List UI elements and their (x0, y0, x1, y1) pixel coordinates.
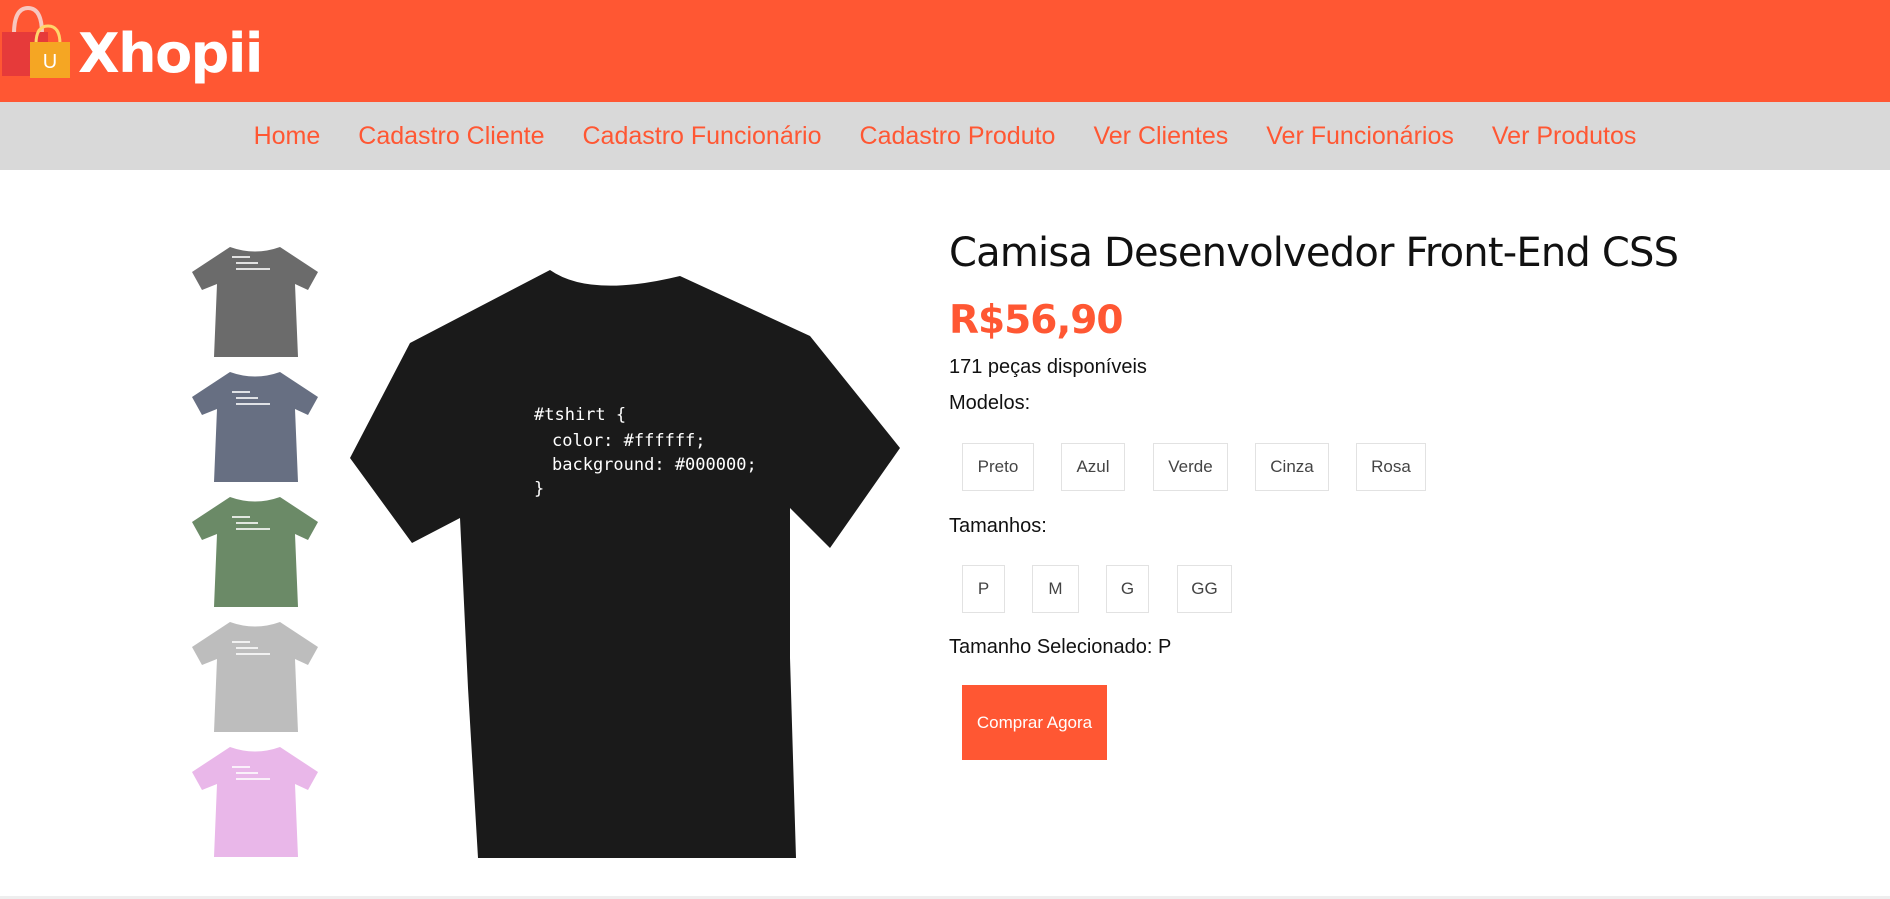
nav-ver-funcionarios[interactable]: Ver Funcionários (1266, 122, 1454, 151)
shirt-code-line-2: color: #ffffff; (552, 431, 706, 451)
size-p-button[interactable]: P (962, 565, 1005, 613)
shirt-code-line-1: #tshirt { (534, 405, 626, 425)
model-rosa-button[interactable]: Rosa (1356, 443, 1426, 491)
logo-letter: U (43, 51, 57, 73)
model-verde-button[interactable]: Verde (1153, 443, 1228, 491)
thumbnail-rosa[interactable] (190, 742, 320, 862)
shopping-bag-icon: U (2, 5, 70, 78)
thumbnail-azul[interactable] (190, 367, 320, 487)
shirt-code-line-4: } (534, 479, 544, 499)
product-title: Camisa Desenvolvedor Front-End CSS (949, 230, 1679, 276)
sizes-label: Tamanhos: (949, 515, 1047, 537)
shirt-code-line-3: background: #000000; (552, 455, 757, 475)
nav-cadastro-produto[interactable]: Cadastro Produto (860, 122, 1056, 151)
model-azul-button[interactable]: Azul (1061, 443, 1125, 491)
nav-cadastro-cliente[interactable]: Cadastro Cliente (358, 122, 544, 151)
thumbnail-verde[interactable] (190, 492, 320, 612)
main-product-image: #tshirt { color: #ffffff; background: #0… (350, 270, 900, 858)
nav-ver-produtos[interactable]: Ver Produtos (1492, 122, 1637, 151)
size-gg-button[interactable]: GG (1177, 565, 1232, 613)
stock-count: 171 peças disponíveis (949, 356, 1147, 378)
nav-home[interactable]: Home (254, 122, 321, 151)
model-preto-button[interactable]: Preto (962, 443, 1034, 491)
selected-size-text: Tamanho Selecionado: P (949, 636, 1172, 658)
thumbnail-cinza[interactable] (190, 617, 320, 737)
models-label: Modelos: (949, 392, 1031, 414)
nav-ver-clientes[interactable]: Ver Clientes (1093, 122, 1228, 151)
buy-now-button[interactable]: Comprar Agora (962, 685, 1107, 760)
model-cinza-button[interactable]: Cinza (1255, 443, 1329, 491)
main-nav: Home Cadastro Cliente Cadastro Funcionár… (0, 102, 1890, 170)
nav-cadastro-funcionario[interactable]: Cadastro Funcionário (583, 122, 822, 151)
product-price: R$56,90 (949, 298, 1124, 343)
thumbnail-preto[interactable] (190, 242, 320, 362)
brand-logo[interactable]: U Xhopii (0, 4, 263, 100)
size-g-button[interactable]: G (1106, 565, 1149, 613)
top-header: U Xhopii (0, 0, 1890, 102)
brand-name: Xhopii (78, 22, 263, 85)
size-m-button[interactable]: M (1032, 565, 1079, 613)
